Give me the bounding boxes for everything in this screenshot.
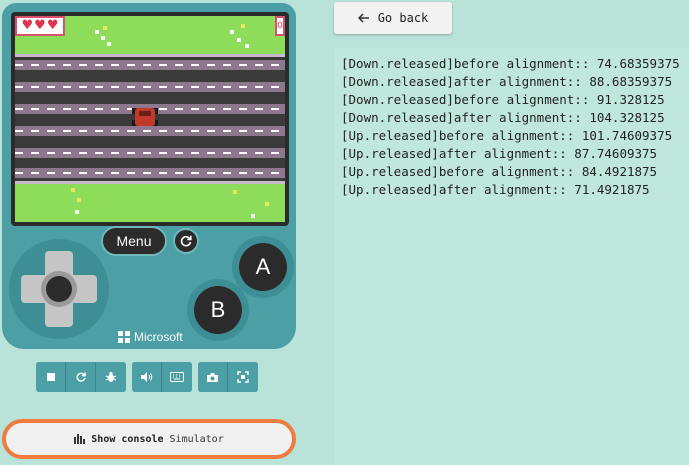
fullscreen-button[interactable] [228, 362, 258, 392]
arrow-left-icon [357, 13, 369, 23]
lane-marking [15, 152, 285, 154]
debug-icon [105, 371, 117, 382]
flower [103, 26, 107, 30]
fullscreen-icon [237, 371, 249, 383]
dpad-center [41, 271, 77, 307]
screen-frame: ♥ ♥ ♥ 0 [11, 12, 289, 226]
log-line: [Down.released]before alignment:: 74.683… [341, 56, 680, 71]
flower [77, 198, 81, 202]
road-curb [15, 54, 285, 57]
game-device: ♥ ♥ ♥ 0 Menu A B Microsoft [2, 3, 296, 349]
restart-icon [180, 235, 192, 247]
show-console-sublabel: Simulator [169, 433, 224, 445]
flower [237, 38, 241, 42]
flower [230, 30, 234, 34]
stop-button[interactable] [36, 362, 66, 392]
console-log-lines: [Down.released]before alignment:: 74.683… [341, 55, 680, 199]
score-display: 0 [275, 16, 285, 36]
lane-marking [15, 64, 285, 66]
road [15, 54, 285, 184]
flower [245, 44, 249, 48]
a-button[interactable]: A [239, 243, 287, 291]
toolbar-group-run [36, 362, 126, 392]
player-car-sprite [132, 105, 158, 129]
log-line: [Up.released]after alignment:: 87.746093… [341, 146, 658, 161]
screenshot-icon [207, 372, 218, 382]
console-chart-icon [74, 434, 86, 444]
console-log[interactable]: [Down.released]before alignment:: 74.683… [334, 48, 689, 465]
stop-icon [46, 373, 55, 381]
log-line: [Up.released]before alignment:: 101.7460… [341, 128, 673, 143]
console-panel: Go back [Down.released]before alignment:… [305, 0, 689, 465]
flower [265, 202, 269, 206]
reset-button[interactable] [173, 228, 199, 254]
mute-button[interactable] [132, 362, 162, 392]
keyboard-icon [170, 372, 184, 382]
heart-icon: ♥ [46, 18, 59, 33]
dpad[interactable] [9, 239, 109, 339]
lane-marking [15, 86, 285, 88]
toolbar-group-view [198, 362, 258, 392]
screenshot-button[interactable] [198, 362, 228, 392]
brand: Microsoft [118, 330, 183, 344]
lives-display: ♥ ♥ ♥ [15, 16, 65, 36]
flower [95, 30, 99, 34]
restart-icon [76, 372, 86, 382]
mute-icon [141, 372, 153, 382]
score-value: 0 [277, 21, 283, 31]
go-back-button[interactable]: Go back [334, 2, 452, 34]
flower [101, 36, 105, 40]
dpad-knob [46, 276, 72, 302]
brand-text: Microsoft [134, 330, 183, 344]
restart-button[interactable] [66, 362, 96, 392]
simulator-toolbar [36, 362, 258, 392]
log-line: [Up.released]before alignment:: 84.49218… [341, 164, 658, 179]
grass-bottom [15, 184, 285, 222]
heart-icon: ♥ [34, 18, 46, 33]
b-button[interactable]: B [194, 286, 242, 334]
log-line: [Up.released]after alignment:: 71.492187… [341, 182, 650, 197]
debug-button[interactable] [96, 362, 126, 392]
log-line: [Down.released]after alignment:: 88.6835… [341, 74, 673, 89]
go-back-label: Go back [377, 11, 429, 25]
game-screen[interactable]: ♥ ♥ ♥ 0 [15, 16, 285, 222]
heart-icon: ♥ [21, 18, 34, 33]
menu-button[interactable]: Menu [101, 226, 167, 256]
lane-marking [15, 172, 285, 174]
flower [233, 190, 237, 194]
microsoft-logo-icon [118, 331, 130, 343]
simulator-panel: ♥ ♥ ♥ 0 Menu A B Microsoft Show console … [0, 0, 305, 465]
show-console-label: Show console [91, 433, 164, 445]
show-console-button[interactable]: Show console Simulator [2, 419, 296, 459]
keyboard-button[interactable] [162, 362, 192, 392]
toolbar-group-io [132, 362, 192, 392]
flower [71, 188, 75, 192]
flower [241, 24, 245, 28]
log-line: [Down.released]before alignment:: 91.328… [341, 92, 665, 107]
log-line: [Down.released]after alignment:: 104.328… [341, 110, 665, 125]
flower [75, 210, 79, 214]
flower [107, 42, 111, 46]
flower [251, 214, 255, 218]
b-button-ring: B [187, 279, 249, 341]
lane-marking [15, 130, 285, 132]
